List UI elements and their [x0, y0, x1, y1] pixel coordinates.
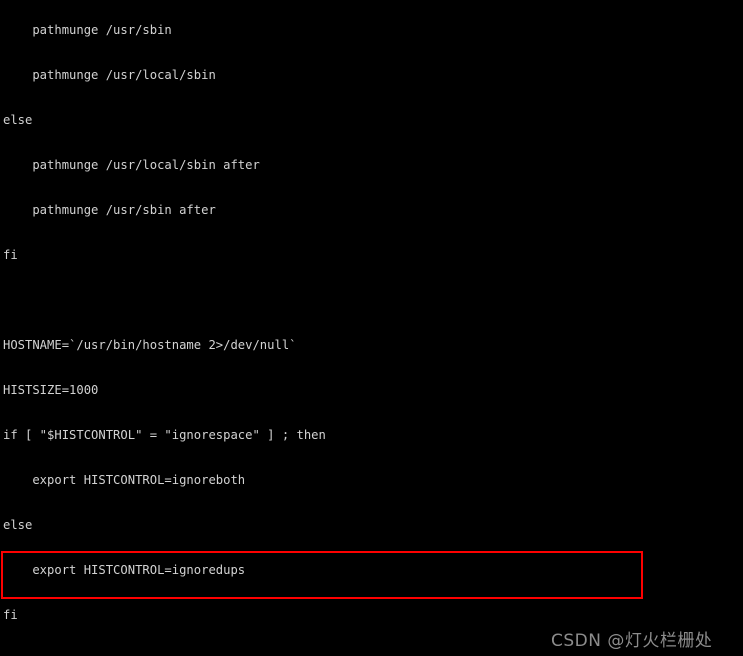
code-line: else — [3, 113, 33, 127]
code-line: HISTSIZE=1000 — [3, 383, 99, 397]
code-line: pathmunge /usr/sbin after — [3, 203, 216, 217]
code-line: pathmunge /usr/local/sbin — [3, 68, 216, 82]
code-line: else — [3, 518, 33, 532]
code-line: export HISTCONTROL=ignoreboth — [3, 473, 246, 487]
code-line: if [ "$HISTCONTROL" = "ignorespace" ] ; … — [3, 428, 326, 442]
code-line: fi — [3, 608, 18, 622]
terminal-window[interactable]: pathmunge /usr/sbin pathmunge /usr/local… — [0, 0, 743, 656]
code-line: HOSTNAME=`/usr/bin/hostname 2>/dev/null` — [3, 338, 297, 352]
csdn-watermark: CSDN @灯火栏栅处 — [551, 631, 713, 651]
code-line: fi — [3, 248, 18, 262]
terminal-text-area: pathmunge /usr/sbin pathmunge /usr/local… — [0, 0, 743, 656]
code-line: pathmunge /usr/sbin — [3, 23, 172, 37]
code-line: pathmunge /usr/local/sbin after — [3, 158, 260, 172]
code-line: export HISTCONTROL=ignoredups — [3, 563, 246, 577]
